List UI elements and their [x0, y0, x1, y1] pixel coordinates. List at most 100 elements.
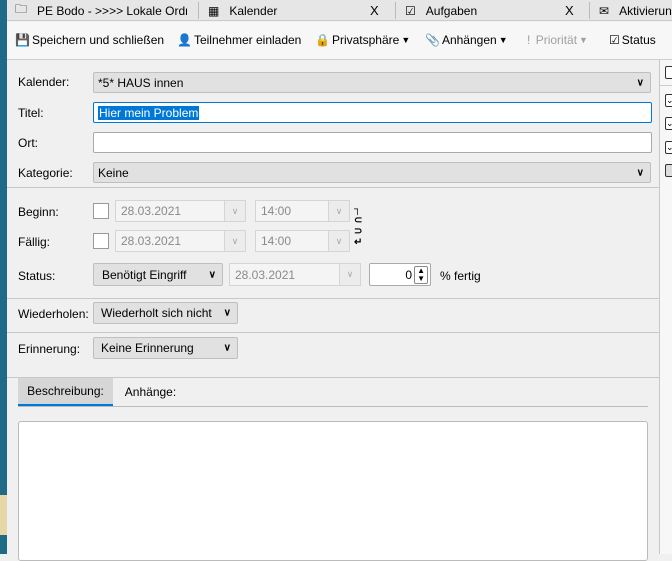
due-time-value: 14:00: [261, 234, 292, 248]
checkbox-checked[interactable]: ⌄: [665, 94, 672, 107]
checkbox[interactable]: [665, 164, 672, 177]
calendar-value: *5* HAUS innen: [98, 75, 184, 90]
invite-label: Teilnehmer einladen: [193, 33, 302, 47]
chevron-down-icon: ∨: [328, 201, 349, 221]
status-button[interactable]: ☑ Status: [609, 33, 656, 47]
calendar-icon: ▦: [208, 3, 220, 18]
toolbar: 💾 Speichern und schließen 👤 Teilnehmer ein…: [7, 22, 672, 60]
divider: [7, 332, 659, 333]
tab-folder[interactable]: 🗀 PE Bodo - >>>> Lokale Ordn: [7, 0, 197, 21]
tab-tasks[interactable]: ☑ Aufgaben X: [397, 0, 587, 21]
chevron-down-icon: ∨: [208, 269, 216, 280]
tab-attachments-label: Anhänge:: [124, 385, 177, 399]
chevron-down-icon: ∨: [224, 201, 245, 221]
start-date-picker[interactable]: 28.03.2021 ∨: [115, 200, 246, 222]
chevron-down-icon: ∨: [223, 307, 231, 319]
save-icon: 💾: [15, 33, 30, 47]
title-input[interactable]: Hier mein Problem: [93, 102, 652, 123]
due-label: Fällig:: [18, 235, 51, 249]
start-date-value: 28.03.2021: [121, 204, 182, 218]
save-close-label: Speichern und schließen: [31, 33, 165, 47]
chevron-down-icon: ∨: [339, 264, 360, 285]
divider: [7, 298, 659, 299]
tab-calendar[interactable]: ▦ Kalender X: [200, 0, 390, 21]
category-label: Kategorie:: [18, 166, 73, 180]
percent-label: % fertig: [440, 269, 481, 283]
calendar-label: Kalender:: [18, 75, 70, 89]
title-label: Titel:: [18, 106, 44, 120]
category-value: Keine: [98, 165, 129, 180]
chevron-down-icon: ∨: [223, 342, 231, 354]
background-window-edge-icon: [0, 495, 7, 535]
reminder-label: Erinnerung:: [18, 342, 81, 356]
due-date-picker[interactable]: 28.03.2021 ∨: [115, 230, 246, 252]
attach-label: Anhängen: [441, 33, 497, 47]
privacy-button[interactable]: 🔒 Privatsphäre ▼: [315, 33, 410, 47]
attach-button[interactable]: 📎 Anhängen ▼: [425, 33, 508, 47]
chevron-down-icon: ∨: [224, 231, 245, 251]
status-date-picker[interactable]: 28.03.2021 ∨: [229, 263, 361, 286]
status-label: Status:: [18, 269, 56, 283]
invite-button[interactable]: 👤 Teilnehmer einladen: [177, 33, 301, 47]
right-panel: ⌄ ⌄ ⌄: [659, 60, 672, 554]
tab-description[interactable]: Beschreibung:: [18, 378, 113, 406]
privacy-label: Privatsphäre: [331, 33, 400, 47]
tab-label: Aufgaben: [425, 3, 478, 18]
location-input[interactable]: [93, 132, 652, 153]
chevron-down-icon: ▼: [498, 35, 508, 45]
paperclip-icon: 📎: [425, 33, 440, 47]
repeat-select[interactable]: Wiederholt sich nicht ∨: [93, 302, 238, 324]
percent-value: 0: [405, 267, 412, 282]
start-time-picker[interactable]: 14:00 ∨: [255, 200, 350, 222]
link-dates-icon[interactable]: ┐ ⊂ ⊃ ↵: [354, 204, 362, 248]
tab-mail[interactable]: ✉ Aktivierung: [591, 0, 672, 21]
calendar-select[interactable]: *5* HAUS innen ∨: [93, 72, 651, 93]
checkbox[interactable]: [665, 66, 672, 79]
start-time-value: 14:00: [261, 204, 292, 218]
location-label: Ort:: [18, 136, 38, 150]
due-time-picker[interactable]: 14:00 ∨: [255, 230, 350, 252]
close-tab-button[interactable]: X: [370, 3, 379, 18]
folder-icon: 🗀: [15, 2, 28, 16]
priority-button[interactable]: ! Priorität ▼: [527, 33, 588, 47]
repeat-value: Wiederholt sich nicht: [101, 306, 212, 320]
repeat-label: Wiederholen:: [18, 307, 89, 321]
background-window-edge: [0, 0, 7, 554]
start-label: Beginn:: [18, 205, 59, 219]
checkbox-checked[interactable]: ⌄: [665, 117, 672, 130]
save-close-button[interactable]: 💾 Speichern und schließen: [15, 33, 164, 47]
due-checkbox[interactable]: [93, 233, 109, 249]
tab-label: Aktivierung: [619, 3, 672, 18]
status-value: Benötigt Eingriff: [102, 267, 187, 282]
due-date-value: 28.03.2021: [121, 234, 182, 248]
spin-buttons[interactable]: ▲ ▼: [414, 266, 428, 284]
chevron-down-icon: ▼: [401, 35, 411, 45]
description-textarea[interactable]: [18, 421, 648, 561]
status-date-value: 28.03.2021: [235, 267, 296, 282]
chevron-down-icon: ▼: [579, 35, 588, 45]
calendar-check-icon: ☑: [609, 33, 620, 47]
reminder-select[interactable]: Keine Erinnerung ∨: [93, 337, 238, 359]
chevron-down-icon: ∨: [636, 77, 644, 88]
close-tab-button[interactable]: X: [565, 3, 574, 18]
exclamation-icon: !: [527, 33, 531, 47]
divider: [7, 187, 659, 188]
percent-input[interactable]: 0 ▲ ▼: [369, 263, 431, 286]
chevron-down-icon: ∨: [328, 231, 349, 251]
start-checkbox[interactable]: [93, 203, 109, 219]
tab-attachments[interactable]: Anhänge:: [113, 378, 188, 406]
tab-bar: 🗀 PE Bodo - >>>> Lokale Ordn ▦ Kalender …: [7, 0, 672, 21]
tab-description-label: Beschreibung:: [27, 384, 104, 398]
title-value: Hier mein Problem: [98, 105, 200, 120]
reminder-value: Keine Erinnerung: [101, 341, 194, 355]
tab-label: Kalender: [229, 3, 278, 18]
chevron-down-icon: ∨: [636, 167, 644, 178]
status-label: Status: [621, 33, 656, 47]
category-select[interactable]: Keine ∨: [93, 162, 651, 183]
tasks-icon: ☑: [405, 3, 416, 18]
status-select[interactable]: Benötigt Eingriff ∨: [93, 263, 223, 286]
checkbox-checked[interactable]: ⌄: [665, 141, 672, 154]
contact-card-icon: 👤: [177, 33, 192, 47]
priority-label: Priorität: [535, 33, 578, 47]
tab-underline: [18, 406, 648, 407]
